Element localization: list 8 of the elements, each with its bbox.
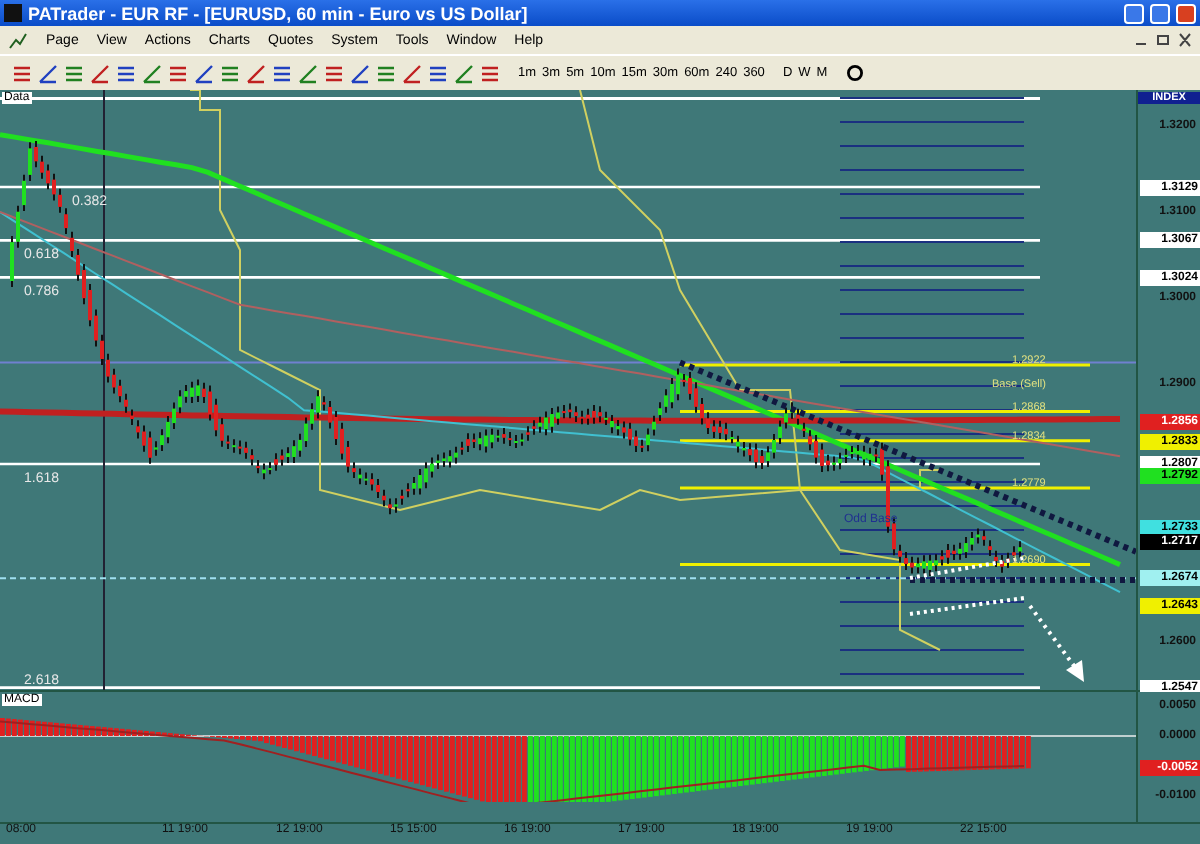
minimize-icon[interactable]	[1124, 3, 1144, 23]
window-controls-icon[interactable]	[1132, 32, 1192, 48]
maximize-icon[interactable]	[1150, 3, 1170, 23]
close-icon[interactable]	[1176, 3, 1196, 23]
window-title: PATrader - EUR RF - [EURUSD, 60 min - Euro vs US Dollar]	[28, 3, 530, 23]
arrow-drawing	[1028, 604, 1084, 682]
app-logo-icon	[4, 4, 22, 22]
clock-icon[interactable]	[845, 64, 864, 82]
